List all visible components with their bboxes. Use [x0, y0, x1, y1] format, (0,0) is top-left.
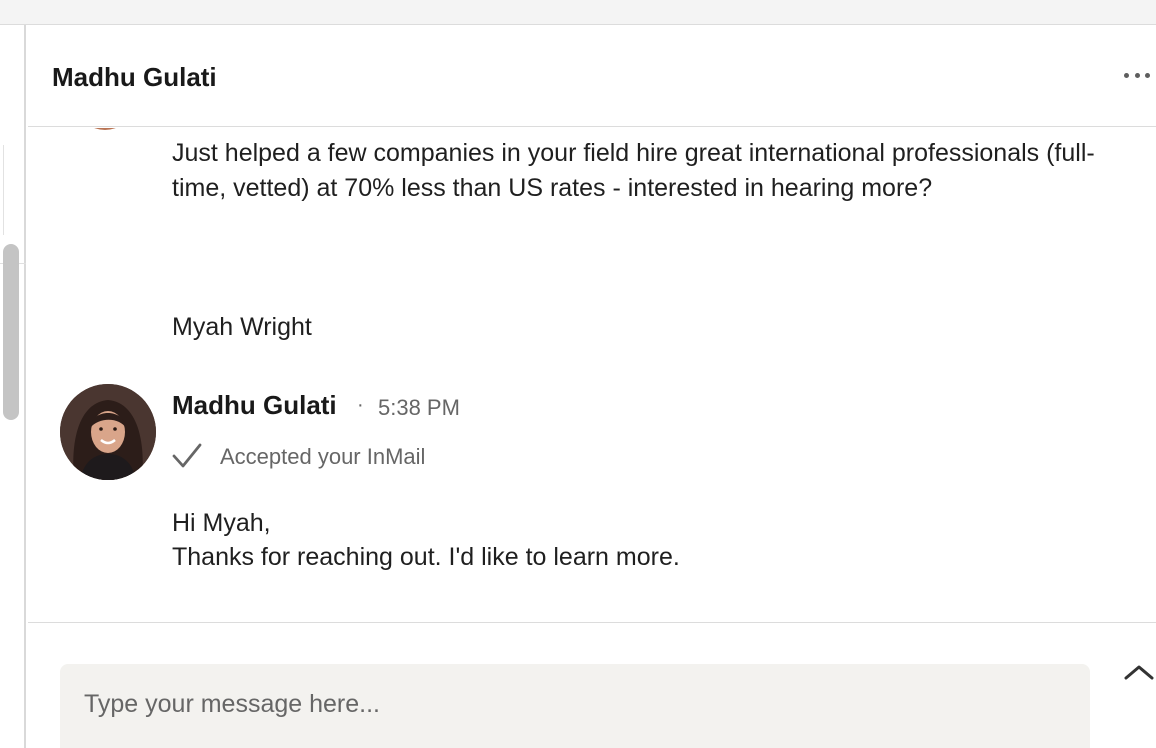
previous-sender-avatar[interactable] [80, 128, 130, 130]
message-composer[interactable] [60, 664, 1090, 748]
chevron-up-icon[interactable] [1122, 660, 1156, 686]
sender-avatar-photo [60, 384, 156, 480]
meta-separator: · [357, 394, 364, 416]
message-thread: Just helped a few companies in your fiel… [28, 128, 1156, 622]
more-dot [1145, 72, 1150, 78]
window-top-strip [0, 0, 1156, 25]
reply-line: Hi Myah, [172, 509, 271, 537]
more-dot [1124, 72, 1129, 78]
scrollbar-thumb[interactable] [3, 244, 19, 420]
more-options-icon[interactable] [1122, 62, 1152, 88]
sender-avatar[interactable] [60, 384, 156, 480]
reply-sender-name[interactable]: Madhu Gulati [172, 390, 337, 421]
list-item-edge [0, 145, 4, 235]
composer-divider [28, 622, 1156, 623]
reply-timestamp: 5:38 PM [378, 395, 460, 420]
conversation-header: Madhu Gulati [28, 26, 1156, 127]
checkmark-icon [172, 443, 202, 468]
previous-message-signature: Myah Wright [172, 313, 312, 341]
more-dot [1134, 72, 1140, 78]
inmail-status: Accepted your InMail [220, 444, 426, 469]
message-input[interactable] [84, 690, 1066, 719]
previous-message-body: Just helped a few companies in your fiel… [172, 139, 1095, 202]
conversation-title[interactable]: Madhu Gulati [52, 62, 217, 93]
reply-line: Thanks for reaching out. I'd like to lea… [172, 543, 680, 571]
